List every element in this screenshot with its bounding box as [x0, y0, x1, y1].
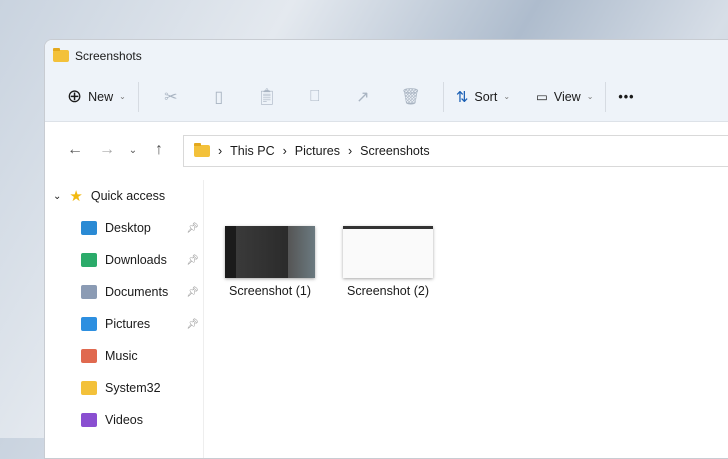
back-icon[interactable]: ← — [59, 141, 91, 159]
separator-icon: › — [218, 144, 223, 158]
pin-icon[interactable]: 📌︎ — [186, 287, 199, 298]
window-title: Screenshots — [75, 49, 142, 63]
navigation-pane: ⌄ ★ Quick access Desktop 📌︎ Downloads 📌︎ Doc… — [45, 180, 203, 436]
up-icon[interactable]: ↑ — [143, 141, 175, 159]
pin-icon[interactable]: 📌︎ — [186, 223, 199, 234]
command-bar: ⊕ New ⌄ ✂ ▯ 📋︎ ⎕ ↗ 🗑︎ ⇅ Sort ⌄ ▭ View ⌄ ••• — [45, 72, 728, 122]
sidebar-item-documents[interactable]: Documents 📌︎ — [45, 276, 203, 308]
paste-icon[interactable]: 📋︎ — [243, 87, 291, 107]
folder-icon — [194, 143, 210, 157]
file-item[interactable]: Screenshot (2) — [343, 226, 433, 298]
cut-icon[interactable]: ✂ — [147, 87, 195, 107]
file-item[interactable]: Screenshot (1) — [225, 226, 315, 298]
documents-icon — [81, 285, 97, 299]
recent-locations-icon[interactable]: ⌄ — [123, 145, 143, 156]
separator-icon: › — [282, 144, 287, 158]
folder-icon — [53, 48, 69, 62]
divider — [442, 81, 444, 112]
star-icon: ★ — [69, 188, 83, 205]
sidebar-item-downloads[interactable]: Downloads 📌︎ — [45, 244, 203, 276]
chevron-down-icon: ⌄ — [503, 92, 511, 101]
pane-divider — [203, 180, 204, 458]
breadcrumb-this-pc[interactable]: This PC — [230, 144, 274, 158]
sidebar-item-system32[interactable]: System32 — [45, 372, 203, 404]
more-options-button[interactable]: ••• — [614, 80, 638, 114]
sidebar-item-pictures[interactable]: Pictures 📌︎ — [45, 308, 203, 340]
sidebar-item-videos[interactable]: Videos — [45, 404, 203, 436]
desktop-icon — [81, 221, 97, 235]
download-icon — [81, 253, 97, 267]
sidebar-item-desktop[interactable]: Desktop 📌︎ — [45, 212, 203, 244]
music-icon — [81, 349, 97, 363]
pin-icon[interactable]: 📌︎ — [186, 319, 199, 330]
chevron-down-icon: ⌄ — [119, 92, 126, 101]
forward-icon[interactable]: → — [91, 141, 123, 159]
file-explorer-window: Screenshots ⊕ New ⌄ ✂ ▯ 📋︎ ⎕ ↗ 🗑︎ ⇅ Sort ⌄ ▭… — [44, 39, 728, 459]
plus-circle-icon: ⊕ — [67, 86, 83, 106]
file-list: Screenshot (1) Screenshot (2) — [225, 226, 433, 298]
separator-icon: › — [347, 144, 353, 158]
chevron-down-icon: ⌄ — [586, 92, 594, 101]
sidebar-item-music[interactable]: Music — [45, 340, 203, 372]
title-bar: Screenshots — [45, 40, 728, 72]
pictures-icon — [81, 317, 97, 331]
divider — [137, 81, 139, 112]
sidebar-item-quick-access[interactable]: ⌄ ★ Quick access — [45, 180, 203, 212]
chevron-down-icon: ⌄ — [53, 190, 62, 202]
delete-icon[interactable]: 🗑︎ — [387, 87, 435, 107]
divider — [605, 81, 607, 112]
address-bar[interactable]: › This PC › Pictures › Screenshots — [183, 135, 728, 167]
sort-button[interactable]: ⇅ Sort ⌄ — [452, 80, 514, 114]
copy-icon[interactable]: ▯ — [195, 87, 243, 107]
view-button[interactable]: ▭ View ⌄ — [532, 80, 597, 114]
new-button[interactable]: ⊕ New ⌄ — [63, 80, 130, 114]
view-icon: ▭ — [536, 90, 548, 104]
videos-icon — [81, 413, 97, 427]
thumbnail — [225, 226, 315, 278]
folder-icon — [81, 381, 97, 395]
pin-icon[interactable]: 📌︎ — [186, 255, 199, 266]
rename-icon[interactable]: ⎕ — [291, 88, 339, 106]
thumbnail — [343, 226, 433, 278]
breadcrumb-screenshots[interactable]: Screenshots — [360, 144, 429, 158]
share-icon[interactable]: ↗ — [339, 87, 387, 107]
sort-icon: ⇅ — [455, 88, 469, 106]
breadcrumb-pictures[interactable]: Pictures — [295, 144, 340, 158]
